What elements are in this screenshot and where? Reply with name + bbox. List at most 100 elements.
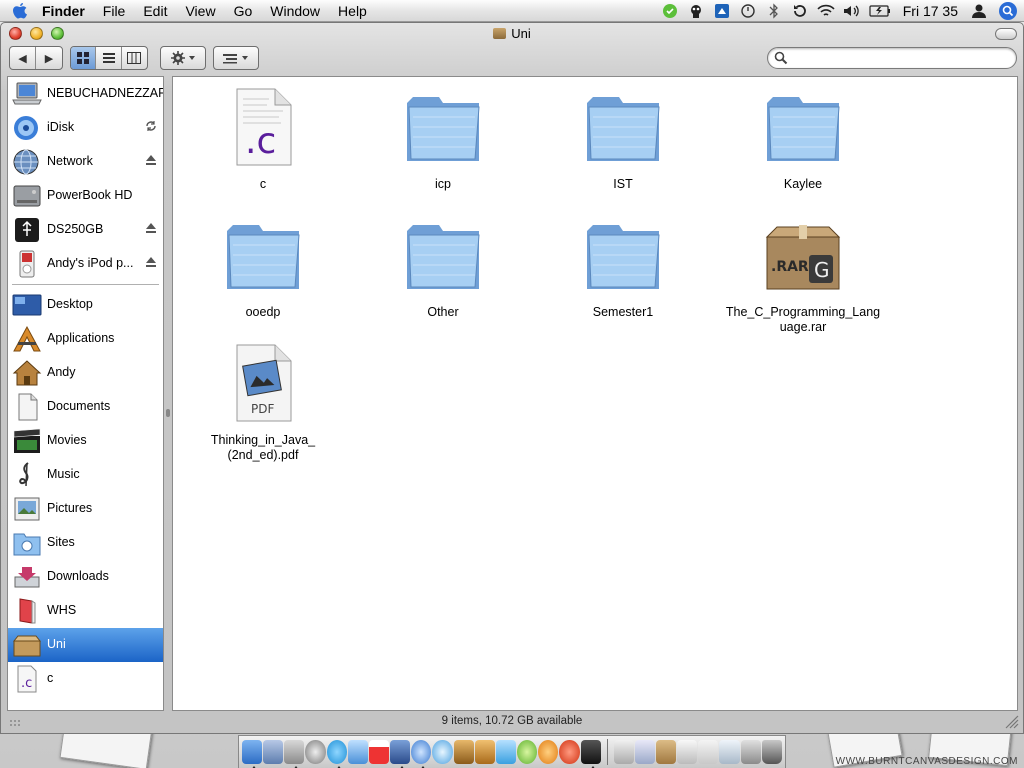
column-view-button[interactable] [122, 47, 147, 69]
menu-window[interactable]: Window [261, 0, 329, 22]
file-item-thinking-in-java-pdf[interactable]: PDF Thinking_in_Java_ (2nd_ed).pdf [173, 343, 353, 463]
evernote-icon[interactable] [657, 0, 683, 22]
trash-dock-icon[interactable] [761, 740, 782, 764]
eject-icon[interactable] [145, 256, 157, 268]
menu-help[interactable]: Help [329, 0, 376, 22]
sync-icon[interactable] [145, 120, 157, 132]
menu-go[interactable]: Go [225, 0, 262, 22]
sidebar-item-movies[interactable]: Movies [8, 424, 163, 458]
forward-button[interactable]: ▶ [36, 47, 62, 69]
calendar-dock-icon[interactable] [368, 740, 390, 764]
file-name-line2: uage.rar [779, 320, 827, 334]
sidebar-item-label: DS250GB [47, 222, 104, 236]
iphoto-dock-icon[interactable] [453, 740, 474, 764]
sidebar-item-ipod[interactable]: Andy's iPod p... [8, 247, 163, 281]
eject-icon[interactable] [145, 154, 157, 166]
search-input[interactable] [792, 50, 1007, 66]
menu-edit[interactable]: Edit [134, 0, 176, 22]
sidebar-item-uni[interactable]: Uni [8, 628, 163, 662]
file-item-c[interactable]: .c c [173, 87, 353, 192]
window-dock-icon[interactable] [719, 740, 740, 764]
volume-icon[interactable] [839, 0, 865, 22]
finder-dock-icon[interactable] [242, 740, 263, 768]
adium-dock-icon[interactable] [517, 740, 538, 764]
folder-item-icp[interactable]: icp [353, 87, 533, 192]
window-dock-icon[interactable] [698, 740, 719, 764]
document-dock-icon[interactable] [613, 740, 634, 764]
back-button[interactable]: ◀ [10, 47, 37, 69]
file-name: The_C_Programming_Lang uage.rar [713, 305, 893, 335]
sidebar-item-network[interactable]: Network [8, 145, 163, 179]
apple-menu-icon[interactable] [0, 0, 40, 22]
sidebar-item-c[interactable]: .c c [8, 662, 163, 696]
dock [238, 735, 786, 768]
preview-dock-icon[interactable] [390, 740, 411, 768]
user-icon[interactable] [966, 0, 992, 22]
folder-item-ist[interactable]: IST [533, 87, 713, 192]
sidebar-item-desktop[interactable]: Desktop [8, 288, 163, 322]
bluetooth-icon[interactable] [761, 0, 787, 22]
sidebar-item-andy[interactable]: Andy [8, 356, 163, 390]
system-preferences-dock-icon[interactable] [284, 740, 305, 768]
back-forward-control: ◀ ▶ [9, 46, 63, 70]
menu-file[interactable]: File [94, 0, 135, 22]
icon-view-button[interactable] [71, 47, 97, 69]
title-bar[interactable]: Uni [1, 23, 1023, 45]
idisk-icon [14, 116, 38, 140]
menu-view[interactable]: View [176, 0, 224, 22]
sidebar-item-applications[interactable]: Applications [8, 322, 163, 356]
list-view-button[interactable] [96, 47, 122, 69]
window-dock-icon[interactable] [677, 740, 698, 764]
sidebar-item-pictures[interactable]: Pictures [8, 492, 163, 526]
folder-item-semester1[interactable]: Semester1 [533, 215, 713, 320]
alien-icon[interactable] [683, 0, 709, 22]
c-file-icon: .c [17, 665, 37, 693]
dreamweaver-dock-icon[interactable] [538, 740, 559, 764]
terminal-dock-icon[interactable] [580, 740, 601, 768]
disk-dock-icon[interactable] [634, 740, 655, 764]
dashboard-dock-icon[interactable] [263, 740, 284, 764]
wifi-icon[interactable] [813, 0, 839, 22]
time-machine-icon[interactable] [787, 0, 813, 22]
mail-dock-icon[interactable] [347, 740, 368, 764]
battery-icon[interactable] [865, 0, 895, 22]
documents-icon [18, 393, 38, 421]
sidebar-item-ds250gb[interactable]: DS250GB [8, 213, 163, 247]
time-machine-dock-icon[interactable] [305, 740, 326, 764]
word-dock-icon[interactable] [495, 740, 517, 764]
skype-dock-icon[interactable] [326, 740, 347, 768]
sidebar-item-whs[interactable]: WHS [8, 594, 163, 628]
sidebar-item-documents[interactable]: Documents [8, 390, 163, 424]
toolbar-toggle-button[interactable] [995, 28, 1017, 40]
sidebar-item-idisk[interactable]: iDisk [8, 111, 163, 145]
safari-dock-icon[interactable] [411, 740, 432, 768]
eject-icon[interactable] [145, 222, 157, 234]
dashboard-icon[interactable] [709, 0, 735, 22]
folder-item-kaylee[interactable]: Kaylee [713, 87, 893, 192]
file-item-c-programming-rar[interactable]: .RAR G The_C_Programming_Lang uage.rar [713, 215, 893, 335]
menu-clock[interactable]: Fri 17 35 [895, 0, 966, 22]
folder-item-ooedp[interactable]: ooedp [173, 215, 353, 320]
sync-circle-icon[interactable] [735, 0, 761, 22]
sidebar-item-music[interactable]: Music [8, 458, 163, 492]
arrange-menu-button[interactable] [213, 46, 259, 70]
action-menu-button[interactable] [160, 46, 206, 70]
garageband-dock-icon[interactable] [474, 740, 495, 764]
sidebar-resize-handle[interactable] [166, 409, 170, 417]
sidebar-item-nebuchadnezzar[interactable]: NEBUCHADNEZZAR [8, 77, 163, 111]
downloads-stack-dock-icon[interactable] [740, 740, 761, 764]
flash-dock-icon[interactable] [559, 740, 580, 764]
file-name: icp [435, 177, 451, 191]
folder-icon [403, 87, 483, 167]
folder-item-other[interactable]: Other [353, 215, 533, 320]
spotlight-icon[interactable] [992, 0, 1024, 22]
rar-archive-icon: .RAR G [763, 215, 843, 295]
sidebar-item-sites[interactable]: Sites [8, 526, 163, 560]
itunes-dock-icon[interactable] [432, 740, 453, 764]
sidebar-item-powerbook-hd[interactable]: PowerBook HD [8, 179, 163, 213]
uni-folder-dock-icon[interactable] [655, 740, 677, 764]
menu-app-name[interactable]: Finder [40, 0, 94, 22]
window-title: Uni [1, 26, 1023, 41]
sidebar-item-downloads[interactable]: Downloads [8, 560, 163, 594]
resize-grip-icon[interactable] [1005, 715, 1019, 729]
